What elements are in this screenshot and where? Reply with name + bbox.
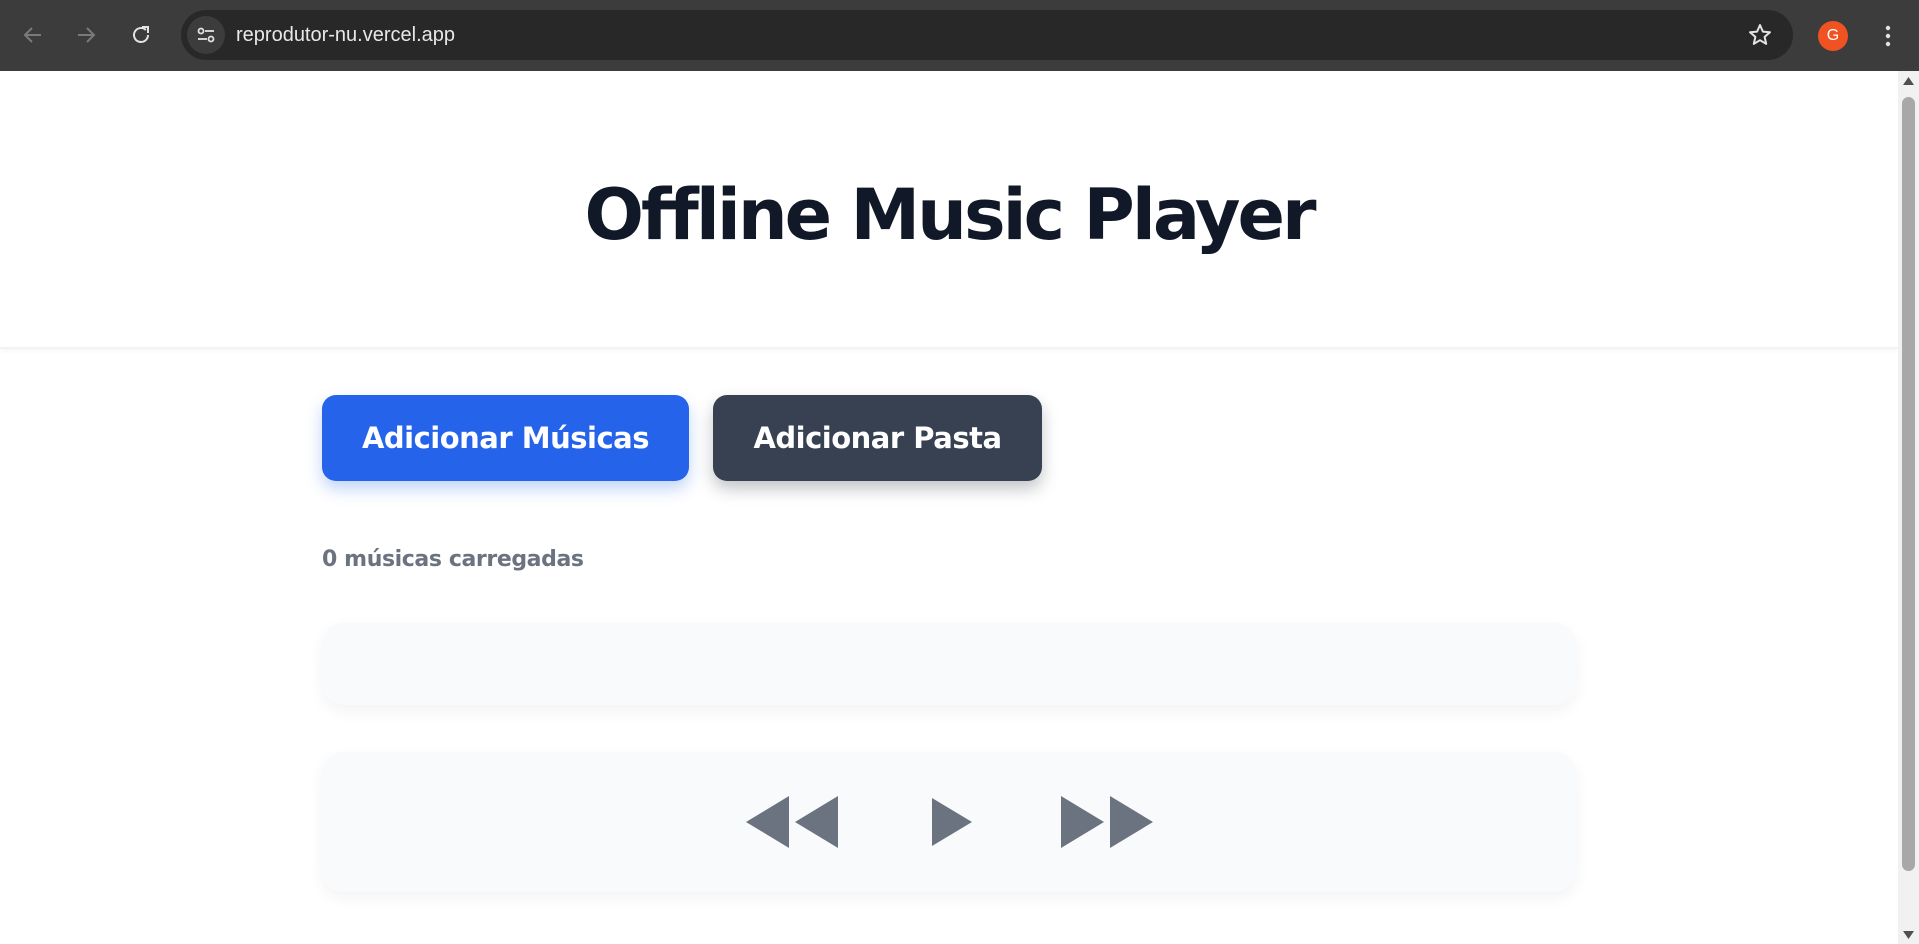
kebab-menu-icon xyxy=(1885,25,1891,47)
forward-arrow-icon xyxy=(78,27,96,43)
page-header: Offline Music Player xyxy=(0,71,1898,349)
back-button[interactable] xyxy=(14,16,52,54)
songs-loaded-count: 0 músicas carregadas xyxy=(322,547,584,572)
next-icon xyxy=(1061,796,1153,848)
site-info-icon xyxy=(197,27,215,43)
next-button[interactable] xyxy=(1059,792,1153,852)
player-controls xyxy=(322,752,1576,892)
browser-toolbar: reprodutor-nu.vercel.app G xyxy=(0,0,1919,71)
browser-menu-button[interactable] xyxy=(1876,20,1900,52)
url-text[interactable]: reprodutor-nu.vercel.app xyxy=(236,23,455,47)
address-bar[interactable]: reprodutor-nu.vercel.app xyxy=(181,10,1793,60)
scroll-up-arrow-icon[interactable] xyxy=(1903,77,1914,85)
play-icon xyxy=(932,798,972,846)
site-info-button[interactable] xyxy=(187,16,225,54)
reload-icon xyxy=(133,26,149,43)
forward-button[interactable] xyxy=(67,16,105,54)
add-folder-label: Adicionar Pasta xyxy=(753,421,1002,455)
play-button[interactable] xyxy=(926,792,976,852)
page-title: Offline Music Player xyxy=(584,174,1316,256)
back-arrow-icon xyxy=(23,27,41,43)
scrollbar-thumb[interactable] xyxy=(1902,97,1915,871)
page-content: Offline Music Player Adicionar Músicas A… xyxy=(0,71,1898,944)
scroll-down-arrow-icon[interactable] xyxy=(1903,931,1914,939)
previous-icon xyxy=(746,796,838,848)
previous-button[interactable] xyxy=(746,792,840,852)
add-folder-button[interactable]: Adicionar Pasta xyxy=(713,395,1042,481)
profile-initial: G xyxy=(1826,27,1840,44)
add-music-button[interactable]: Adicionar Músicas xyxy=(322,395,689,481)
add-music-label: Adicionar Músicas xyxy=(361,421,650,455)
playlist-panel xyxy=(322,623,1576,705)
vertical-scrollbar[interactable] xyxy=(1898,71,1919,944)
bookmark-star-icon xyxy=(1749,24,1771,45)
profile-avatar[interactable]: G xyxy=(1818,21,1848,51)
reload-button[interactable] xyxy=(122,16,160,54)
bookmark-button[interactable] xyxy=(1747,22,1773,48)
